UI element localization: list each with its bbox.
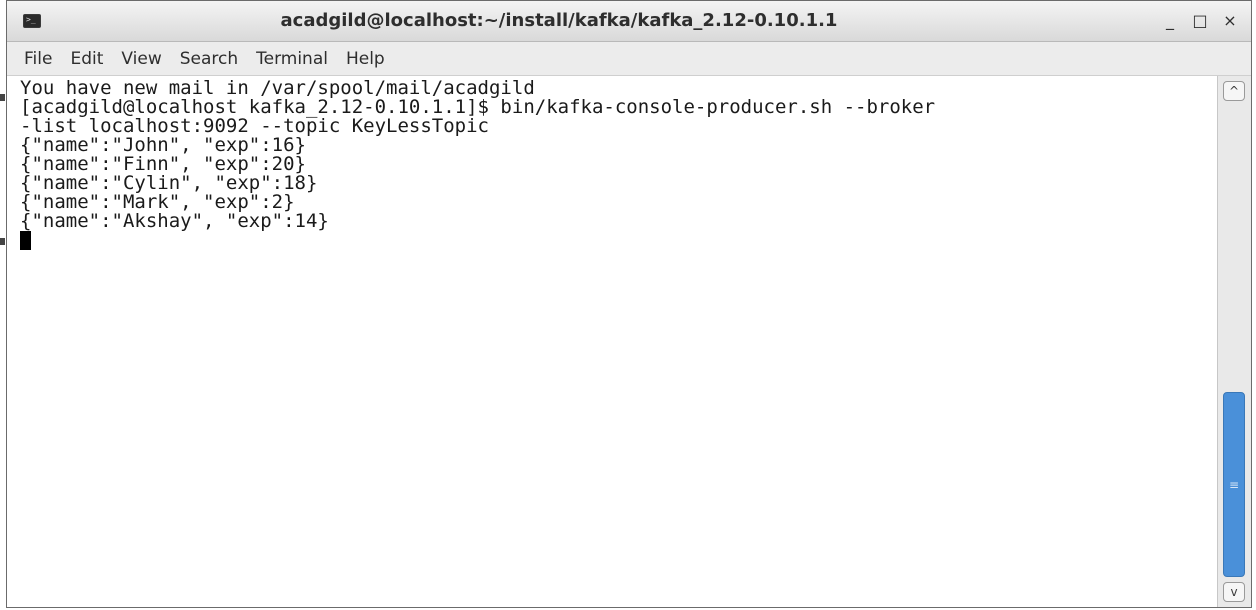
close-button[interactable]: × [1215,1,1245,41]
chevron-up-icon[interactable]: ^ [1223,81,1245,101]
menu-terminal[interactable]: Terminal [247,49,337,69]
terminal-window: >_ acadgild@localhost:~/install/kafka/ka… [6,0,1252,608]
chevron-down-icon[interactable]: v [1223,582,1245,602]
scrollbar-thumb[interactable]: ≡ [1223,392,1245,577]
terminal-output[interactable]: You have new mail in /var/spool/mail/aca… [7,76,1217,607]
vertical-scrollbar[interactable]: ^ ≡ v [1217,76,1251,607]
desktop-edge-mark [0,94,5,101]
menu-search[interactable]: Search [171,49,247,69]
grip-icon: ≡ [1228,477,1240,492]
terminal-line: {"name":"Akshay", "exp":14} [20,210,329,232]
title-bar[interactable]: >_ acadgild@localhost:~/install/kafka/ka… [7,1,1251,42]
prompt-line [20,231,1217,250]
desktop-edge-mark [0,238,5,245]
text-cursor [20,231,31,250]
window-controls: _ □ × [1155,1,1245,41]
window-title: acadgild@localhost:~/install/kafka/kafka… [280,10,838,31]
menu-file[interactable]: File [15,49,61,69]
minimize-button[interactable]: _ [1155,1,1185,41]
maximize-button[interactable]: □ [1185,1,1215,41]
menu-bar: File Edit View Search Terminal Help [7,42,1251,76]
menu-help[interactable]: Help [337,49,394,69]
menu-edit[interactable]: Edit [61,49,112,69]
menu-view[interactable]: View [112,49,170,69]
